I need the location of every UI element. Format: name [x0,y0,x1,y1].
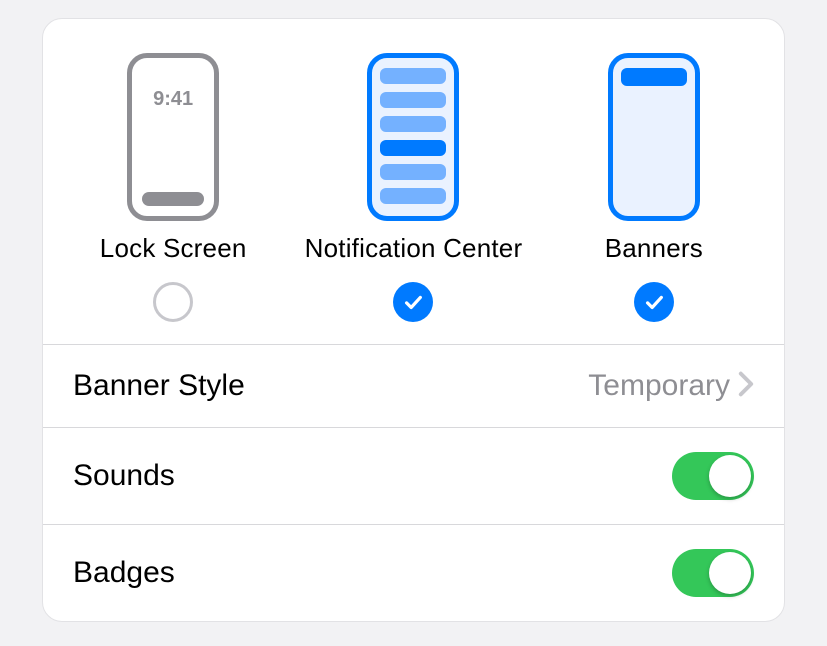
banner-style-label: Banner Style [73,369,245,403]
notification-alerts-card: 9:41 Lock Screen [42,18,785,622]
notification-center-preview-icon [367,53,459,221]
lock-screen-checkbox[interactable] [153,282,193,322]
checkmark-icon [643,291,665,313]
lock-screen-label: Lock Screen [100,233,247,264]
sounds-label: Sounds [73,459,175,493]
alert-option-banners[interactable]: Banners [534,53,774,322]
sounds-toggle[interactable] [672,452,754,500]
notification-center-checkbox[interactable] [393,282,433,322]
lock-screen-preview-icon: 9:41 [127,53,219,221]
badges-row: Badges [43,524,784,621]
notification-center-label: Notification Center [305,233,523,264]
lock-screen-bar-icon [142,192,204,206]
banners-label: Banners [605,233,703,264]
checkmark-icon [402,291,424,313]
banner-style-row[interactable]: Banner Style Temporary [43,344,784,427]
badges-label: Badges [73,556,175,590]
toggle-knob [709,455,751,497]
alert-option-notification-center[interactable]: Notification Center [293,53,533,322]
sounds-row: Sounds [43,427,784,524]
banners-checkbox[interactable] [634,282,674,322]
alert-style-row: 9:41 Lock Screen [43,19,784,344]
banners-preview-icon [608,53,700,221]
alert-option-lock-screen[interactable]: 9:41 Lock Screen [53,53,293,322]
badges-toggle[interactable] [672,549,754,597]
banner-style-value: Temporary [588,369,730,403]
lock-screen-time: 9:41 [132,88,214,111]
chevron-right-icon [738,371,754,402]
toggle-knob [709,552,751,594]
